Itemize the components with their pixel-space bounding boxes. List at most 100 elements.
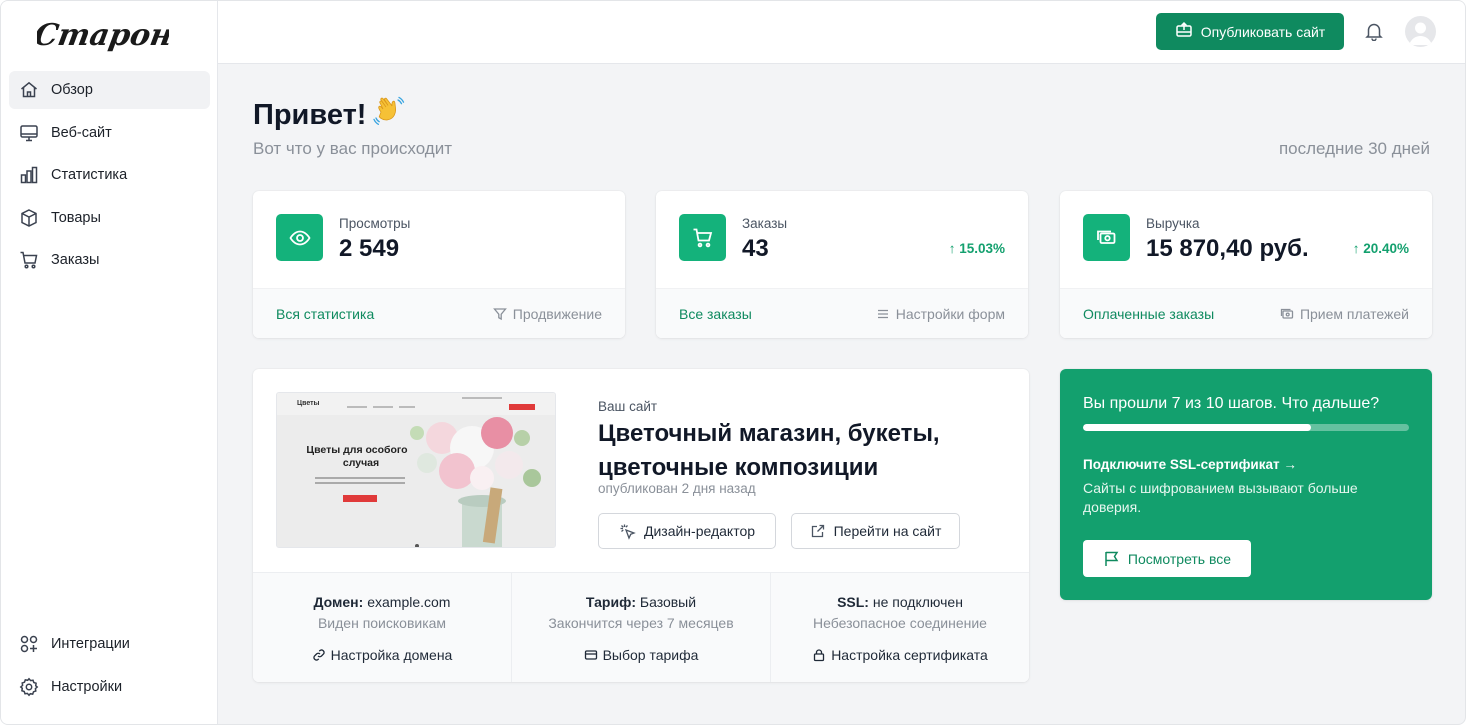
stat-change-badge: ↑ 20.40% (1352, 241, 1409, 256)
sidebar-item-website[interactable]: Веб-сайт (9, 114, 210, 152)
plan-label: Тариф: (585, 594, 636, 610)
publish-icon (1175, 21, 1193, 42)
sidebar-item-label: Заказы (51, 252, 100, 268)
connect-ssl-link[interactable]: Подключите SSL-сертификат → (1083, 457, 1297, 472)
steps-description: Сайты с шифрованием вызывают больше дове… (1083, 480, 1358, 515)
stat-label: Заказы (742, 216, 788, 231)
paid-orders-link[interactable]: Оплаченные заказы (1083, 306, 1214, 322)
go-to-site-label: Перейти на сайт (833, 523, 942, 539)
payment-acceptance-label: Прием платежей (1299, 305, 1409, 322)
site-preview-thumbnail[interactable]: Цветы Цветы для особого случая (276, 392, 556, 548)
steps-progress-bar (1083, 424, 1409, 431)
sidebar-item-orders[interactable]: Заказы (9, 241, 210, 279)
form-settings-link[interactable]: Настройки форм (876, 306, 1005, 322)
site-info-footer: Домен: example.com Виден поисковикам Нас… (253, 572, 1029, 682)
certificate-settings-label: Настройка сертификата (831, 647, 988, 663)
site-title: Цветочный магазин, букеты, цветочные ком… (598, 420, 940, 481)
site-card: Цветы Цветы для особого случая Ваш сайт … (253, 369, 1029, 682)
external-link-icon (811, 524, 824, 538)
stat-card-revenue: Выручка 15 870,40 руб. ↑ 20.40% Оплаченн… (1060, 191, 1432, 338)
sidebar-item-settings[interactable]: Настройки (9, 668, 210, 706)
flag-icon (1105, 551, 1119, 566)
choose-plan-label: Выбор тарифа (602, 647, 699, 663)
publish-site-button[interactable]: Опубликовать сайт (1156, 13, 1344, 50)
stat-footer: Вся статистика Продвижение (253, 288, 625, 338)
go-to-site-button[interactable]: Перейти на сайт (791, 513, 960, 549)
design-editor-button[interactable]: Дизайн-редактор (598, 513, 776, 549)
ssl-info: SSL: не подключен (771, 594, 1029, 610)
all-orders-link[interactable]: Все заказы (679, 306, 752, 322)
stat-card-orders: Заказы 43 ↑ 15.03% Все заказы Настройки … (656, 191, 1028, 338)
monitor-icon (19, 123, 39, 143)
brand-logo[interactable]: Старонка (37, 9, 169, 57)
sidebar-item-label: Веб-сайт (51, 124, 112, 141)
box-icon (19, 208, 39, 228)
sidebar-item-products[interactable]: Товары (9, 199, 210, 237)
stat-label: Просмотры (339, 216, 411, 231)
view-all-steps-button[interactable]: Посмотреть все (1083, 540, 1251, 577)
stat-footer: Оплаченные заказы Прием платежей (1060, 288, 1432, 338)
plan-value: Базовый (639, 594, 697, 610)
ssl-label: SSL: (837, 594, 869, 610)
period-selector[interactable]: последние 30 дней (1279, 139, 1430, 159)
cart-icon (679, 214, 726, 261)
page-title: Привет! (253, 94, 406, 136)
thumb-brand: Цветы (297, 400, 320, 407)
form-settings-label: Настройки форм (895, 305, 1005, 322)
ssl-column: SSL: не подключен Небезопасное соединени… (771, 573, 1029, 682)
sidebar-item-integrations[interactable]: Интеграции (9, 625, 210, 663)
sidebar-item-label: Статистика (51, 167, 128, 183)
promotion-label: Продвижение (512, 305, 602, 322)
choose-plan-link[interactable]: Выбор тарифа (584, 647, 699, 663)
payment-icon (1280, 308, 1294, 319)
stat-footer: Все заказы Настройки форм (656, 288, 1028, 338)
integrations-icon (19, 634, 39, 654)
site-published-status: опубликован 2 дня назад (598, 481, 756, 496)
domain-value: example.com (367, 594, 451, 610)
publish-label: Опубликовать сайт (1200, 23, 1326, 40)
link-icon (313, 649, 325, 661)
user-avatar[interactable] (1405, 16, 1436, 47)
stat-card-views: Просмотры 2 549 Вся статистика Продвижен… (253, 191, 625, 338)
sidebar-item-label: Интеграции (51, 636, 130, 652)
page-subtitle: Вот что у вас происходит (253, 139, 453, 158)
sidebar-item-statistics[interactable]: Статистика (9, 156, 210, 194)
ssl-sub: Небезопасное соединение (813, 615, 987, 631)
stat-value: 15 870,40 руб. (1146, 235, 1309, 262)
lock-icon (814, 649, 825, 662)
sidebar-item-label: Товары (51, 209, 101, 226)
stat-change-badge: ↑ 15.03% (948, 241, 1005, 256)
sidebar-bottom-nav: Интеграции Настройки (9, 625, 210, 710)
credit-card-icon (584, 650, 597, 660)
svg-text:Старонка: Старонка (37, 18, 169, 53)
svg-text:Цветы для особого: Цветы для особого (306, 444, 407, 456)
steps-title: Вы прошли 7 из 10 шагов. Что дальше? (1083, 395, 1380, 412)
cursor-click-icon (620, 524, 636, 540)
money-icon (1083, 214, 1130, 261)
plan-info: Тариф: Базовый (512, 594, 770, 610)
sidebar-item-overview[interactable]: Обзор (9, 71, 210, 109)
sidebar-item-label: Настройки (51, 678, 123, 695)
app-window: Старонка Обзор Веб-сайт Статистика Товар… (0, 0, 1466, 725)
stat-label: Выручка (1146, 216, 1200, 231)
design-editor-label: Дизайн-редактор (643, 523, 756, 539)
payment-acceptance-link[interactable]: Прием платежей (1280, 306, 1409, 322)
waving-hand-icon (372, 94, 406, 136)
domain-sub: Виден поисковикам (317, 615, 447, 631)
eye-icon (276, 214, 323, 261)
certificate-settings-link[interactable]: Настройка сертификата (812, 647, 988, 663)
top-bar: Опубликовать сайт (218, 1, 1465, 64)
steps-progress-fill (1083, 424, 1312, 431)
filter-icon (492, 307, 507, 320)
promotion-link[interactable]: Продвижение (492, 305, 602, 322)
sidebar: Старонка Обзор Веб-сайт Статистика Товар… (1, 1, 218, 724)
greeting-text: Привет! (253, 98, 367, 131)
notifications-bell-icon[interactable] (1364, 21, 1384, 42)
gear-icon (19, 677, 39, 697)
stat-value: 43 (742, 235, 769, 262)
domain-settings-link[interactable]: Настройка домена (312, 647, 453, 663)
domain-settings-label: Настройка домена (330, 647, 453, 663)
all-statistics-link[interactable]: Вся статистика (276, 306, 374, 322)
sidebar-nav: Обзор Веб-сайт Статистика Товары Заказы (9, 71, 210, 284)
site-kicker: Ваш сайт (598, 399, 658, 414)
